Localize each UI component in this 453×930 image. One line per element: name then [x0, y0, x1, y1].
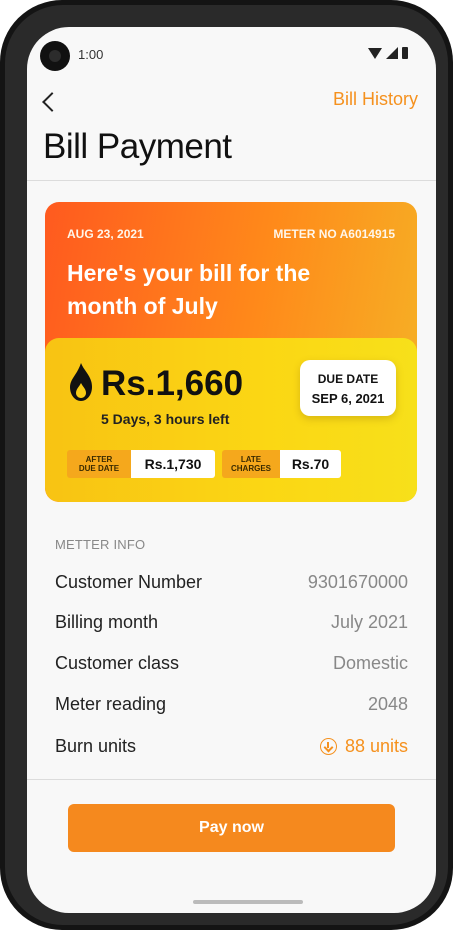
bill-amount-panel: Rs.1,660 5 Days, 3 hours left DUE DATE S… [45, 338, 417, 502]
back-button[interactable] [35, 88, 63, 116]
info-label: Billing month [55, 611, 159, 632]
bill-date: AUG 23, 2021 [67, 227, 144, 241]
back-arrow-icon [42, 92, 62, 112]
late-charges-label: LATE CHARGES [222, 450, 280, 478]
battery-icon [402, 47, 408, 59]
arrow-down-circle-icon [319, 737, 337, 755]
after-due-date-tag: AFTER DUE DATE Rs.1,730 [67, 450, 215, 478]
camera-icon [40, 41, 70, 71]
info-row-billing-month: Billing month July 2021 [55, 608, 408, 636]
due-date-value: SEP 6, 2021 [311, 391, 385, 406]
pay-now-button[interactable]: Pay now [68, 804, 395, 852]
info-label: Burn units [55, 735, 137, 756]
time-left: 5 Days, 3 hours left [101, 411, 230, 427]
info-value: July 2021 [330, 611, 408, 632]
gas-flame-icon [70, 363, 92, 401]
bill-headline: Here's your bill for the month of July [67, 260, 311, 319]
bill-card: AUG 23, 2021 METER NO A6014915 Here's yo… [45, 202, 417, 502]
info-value: Domestic [332, 652, 408, 673]
after-due-label-line1: AFTER [85, 455, 113, 464]
info-label: Meter reading [55, 693, 167, 714]
burn-units-text: 88 units [344, 735, 408, 756]
info-label: Customer Number [55, 571, 203, 592]
late-label-line2: CHARGES [230, 464, 271, 473]
info-row-customer-class: Customer class Domestic [55, 649, 408, 677]
wifi-icon [368, 47, 382, 59]
meter-info-heading: METTER INFO [55, 537, 146, 552]
info-label: Customer class [55, 652, 180, 673]
bill-history-link[interactable]: Bill History [333, 89, 418, 110]
status-icons [368, 47, 408, 59]
late-label-line1: LATE [240, 455, 262, 464]
phone-frame: 1:00 Bill History Bill Payment AUG 23, 2… [0, 0, 453, 930]
due-date-label: DUE DATE [317, 372, 379, 386]
app-screen: 1:00 Bill History Bill Payment AUG 23, 2… [27, 27, 436, 913]
late-charges-tag: LATE CHARGES Rs.70 [222, 450, 341, 478]
info-value: 2048 [367, 693, 408, 714]
info-row-burn-units: Burn units 88 units [55, 732, 408, 760]
after-due-date-value: Rs.1,730 [131, 450, 215, 478]
phone-bezel: 1:00 Bill History Bill Payment AUG 23, 2… [5, 5, 448, 925]
after-due-label-line2: DUE DATE [78, 464, 120, 473]
signal-icon [386, 47, 398, 59]
status-time: 1:00 [78, 47, 104, 62]
burn-units-value[interactable]: 88 units [319, 735, 408, 757]
bill-amount: Rs.1,660 [101, 364, 244, 403]
home-indicator [193, 900, 303, 904]
info-value: 9301670000 [307, 571, 408, 592]
header-divider [27, 180, 436, 181]
footer-divider [27, 779, 436, 780]
after-due-date-label: AFTER DUE DATE [67, 450, 131, 478]
late-charges-value: Rs.70 [280, 450, 341, 478]
due-date-badge: DUE DATE SEP 6, 2021 [300, 360, 396, 416]
info-row-meter-reading: Meter reading 2048 [55, 690, 408, 718]
status-bar: 1:00 [27, 27, 436, 83]
info-row-customer-number: Customer Number 9301670000 [55, 568, 408, 596]
page-title: Bill Payment [43, 127, 232, 166]
meter-number: METER NO A6014915 [273, 227, 395, 241]
